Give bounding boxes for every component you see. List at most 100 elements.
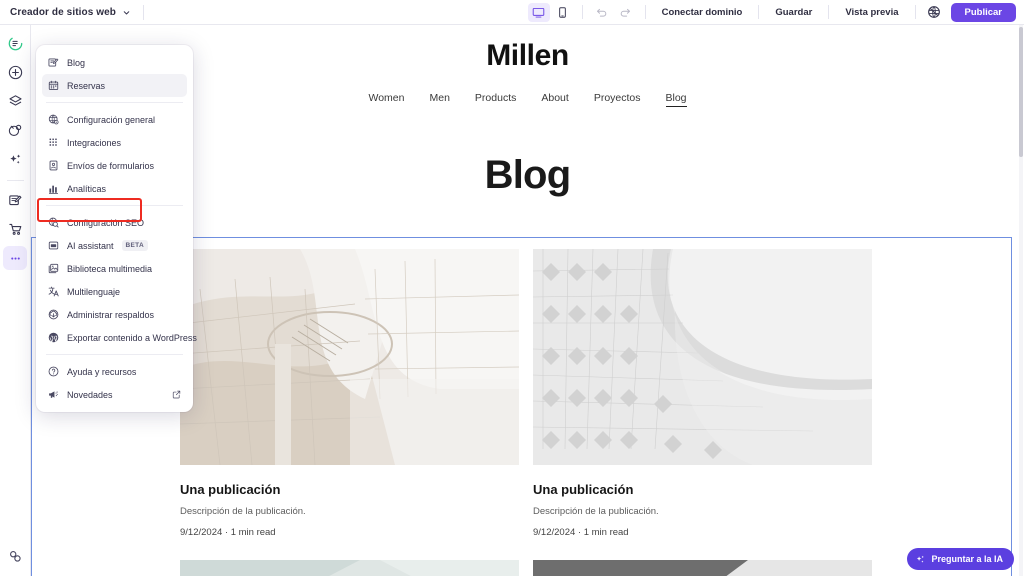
- wordpress-icon: [48, 332, 63, 343]
- menu-item-label: Envíos de formularios: [67, 160, 155, 171]
- menu-item-novedades[interactable]: Novedades: [42, 383, 187, 406]
- menu-divider: [46, 102, 183, 103]
- desktop-view-icon[interactable]: [527, 2, 550, 22]
- menu-item-label: Exportar contenido a WordPress: [67, 332, 197, 343]
- theme-icon[interactable]: [3, 118, 27, 142]
- app-title: Creador de sitios web: [10, 6, 117, 18]
- translate-icon: [48, 286, 63, 297]
- globe-settings-icon: [48, 114, 63, 125]
- post-description: Descripción de la publicación.: [180, 506, 306, 517]
- menu-item-administrar-respaldos[interactable]: Administrar respaldos: [42, 303, 187, 326]
- preview-button[interactable]: Vista previa: [836, 7, 907, 18]
- publish-button[interactable]: Publicar: [950, 2, 1016, 22]
- sparkle-icon: [915, 554, 926, 565]
- nav-item-women[interactable]: Women: [368, 92, 404, 107]
- grid-dots-icon: [48, 137, 63, 148]
- ai-sparkle-icon[interactable]: [3, 147, 27, 171]
- toolbar-left-group: Creador de sitios web: [0, 4, 145, 20]
- menu-item-configuracion-general[interactable]: Configuración general: [42, 108, 187, 131]
- nav-item-blog[interactable]: Blog: [665, 92, 687, 107]
- menu-item-label: AI assistant: [67, 240, 114, 251]
- top-toolbar: Creador de sitios web Conectar dominio G…: [0, 0, 1024, 25]
- web-builder-app: Creador de sitios web Conectar dominio G…: [0, 0, 1024, 576]
- menu-item-reservas[interactable]: Reservas: [42, 74, 187, 97]
- menu-item-integraciones[interactable]: Integraciones: [42, 131, 187, 154]
- blog-post-card[interactable]: Una publicación Descripción de la public…: [180, 249, 519, 576]
- post-thumbnail-next: [180, 560, 519, 576]
- menu-item-ayuda-y-recursos[interactable]: Ayuda y recursos: [42, 360, 187, 383]
- pages-icon[interactable]: [3, 31, 27, 55]
- undo-icon[interactable]: [591, 3, 613, 22]
- menu-item-label: Reservas: [67, 80, 106, 91]
- left-sidebar-rail: [0, 25, 31, 576]
- nav-item-proyectos[interactable]: Proyectos: [594, 92, 641, 107]
- mobile-view-icon[interactable]: [552, 3, 574, 22]
- post-description: Descripción de la publicación.: [533, 506, 659, 517]
- menu-item-envios-de-formularios[interactable]: Envíos de formularios: [42, 154, 187, 177]
- menu-item-label: Blog: [67, 57, 86, 68]
- help-circle-icon: [48, 366, 63, 377]
- add-circle-icon[interactable]: [3, 60, 27, 84]
- scrollbar-thumb[interactable]: [1019, 27, 1023, 157]
- ask-ai-label: Preguntar a la IA: [931, 554, 1003, 564]
- connect-domain-button[interactable]: Conectar dominio: [653, 7, 752, 18]
- menu-item-label: Configuración SEO: [67, 217, 145, 228]
- nav-item-men[interactable]: Men: [429, 92, 449, 107]
- seo-search-icon: [48, 217, 63, 228]
- toolbar-right-group: Conectar dominio Guardar Vista previa Pu…: [527, 0, 1024, 24]
- menu-item-label: Configuración general: [67, 114, 156, 125]
- menu-item-label: Novedades: [67, 389, 113, 400]
- megaphone-icon: [48, 389, 63, 400]
- more-options-icon[interactable]: [3, 246, 27, 270]
- menu-item-label: Administrar respaldos: [67, 309, 155, 320]
- menu-item-label: Multilenguaje: [67, 286, 121, 297]
- form-document-icon: [48, 160, 63, 171]
- menu-divider: [46, 205, 183, 206]
- menu-item-exportar-wordpress[interactable]: Exportar contenido a WordPress: [42, 326, 197, 349]
- toolbar-divider: [581, 5, 583, 19]
- save-button[interactable]: Guardar: [766, 7, 821, 18]
- post-thumbnail: [533, 249, 872, 465]
- calendar-icon: [48, 80, 63, 91]
- menu-item-blog[interactable]: Blog: [42, 51, 187, 74]
- more-options-menu: Blog Reservas Configuración general Inte…: [36, 45, 197, 412]
- post-thumbnail-next: [533, 560, 872, 576]
- beta-badge: BETA: [121, 240, 148, 251]
- redo-icon[interactable]: [615, 3, 637, 22]
- toolbar-divider: [758, 5, 760, 19]
- post-meta: 9/12/2024 · 1 min read: [180, 527, 276, 538]
- post-meta: 9/12/2024 · 1 min read: [533, 527, 629, 538]
- toolbar-divider: [143, 4, 145, 20]
- post-thumbnail: [180, 249, 519, 465]
- cloud-backup-icon: [48, 309, 63, 320]
- bar-chart-icon: [48, 183, 63, 194]
- globe-icon[interactable]: [923, 5, 945, 19]
- blog-edit-icon: [48, 57, 63, 68]
- blog-post-card[interactable]: Una publicación Descripción de la public…: [533, 249, 872, 576]
- menu-item-ai-assistant[interactable]: AI assistant BETA: [42, 234, 187, 257]
- settings-connect-icon[interactable]: [3, 544, 27, 568]
- menu-item-label: Biblioteca multimedia: [67, 263, 153, 274]
- media-library-icon: [48, 263, 63, 274]
- blog-icon[interactable]: [3, 188, 27, 212]
- menu-item-multilenguaje[interactable]: Multilenguaje: [42, 280, 187, 303]
- post-title: Una publicación: [533, 482, 634, 497]
- menu-item-analiticas[interactable]: Analíticas: [42, 177, 187, 200]
- toolbar-divider: [644, 5, 646, 19]
- nav-item-products[interactable]: Products: [475, 92, 516, 107]
- chevron-down-icon[interactable]: [122, 8, 131, 17]
- toolbar-divider: [914, 5, 916, 19]
- menu-divider: [46, 354, 183, 355]
- post-title: Una publicación: [180, 482, 281, 497]
- nav-item-about[interactable]: About: [541, 92, 568, 107]
- external-link-icon: [172, 390, 181, 399]
- store-cart-icon[interactable]: [3, 217, 27, 241]
- menu-item-biblioteca-multimedia[interactable]: Biblioteca multimedia: [42, 257, 187, 280]
- ask-ai-button[interactable]: Preguntar a la IA: [907, 548, 1014, 570]
- layers-icon[interactable]: [3, 89, 27, 113]
- menu-item-label: Analíticas: [67, 183, 107, 194]
- rail-divider: [6, 180, 24, 181]
- blog-post-grid: Una publicación Descripción de la public…: [180, 249, 992, 576]
- menu-item-configuracion-seo[interactable]: Configuración SEO: [42, 211, 187, 234]
- toolbar-divider: [828, 5, 830, 19]
